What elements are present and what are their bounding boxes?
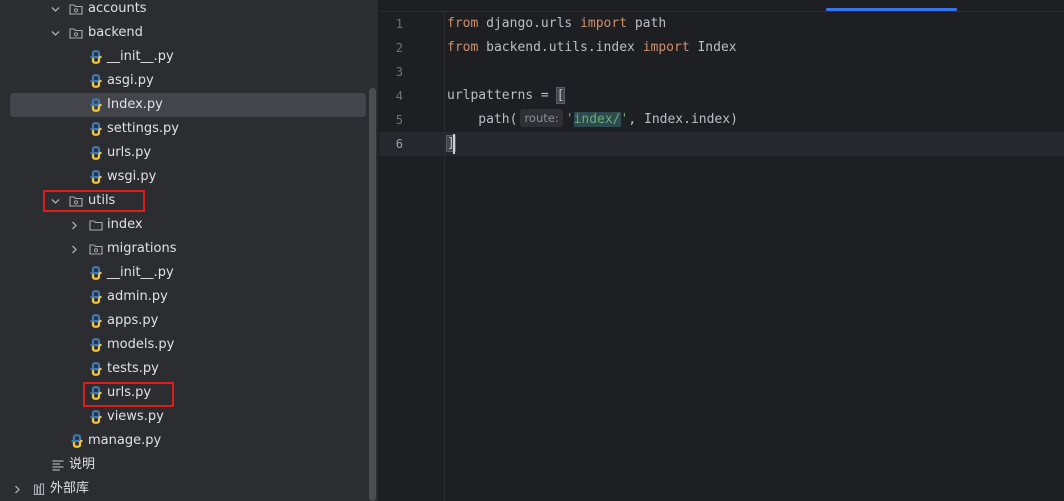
text-lines-icon (51, 458, 65, 472)
current-line-highlight (379, 132, 1064, 156)
tree-file-admin[interactable]: admin.py (0, 285, 367, 309)
tree-label: backend (88, 25, 143, 40)
tree-label: migrations (107, 241, 177, 256)
tree-file-backend-urls[interactable]: urls.py (0, 141, 367, 165)
tree-label: tests.py (107, 361, 159, 376)
python-file-icon (89, 314, 103, 328)
tree-label: asgi.py (107, 73, 154, 88)
tree-scrollbar[interactable] (367, 0, 378, 501)
tree-file-settings[interactable]: settings.py (0, 117, 367, 141)
package-folder-icon (69, 26, 83, 40)
text-caret (453, 134, 455, 154)
tree-label: views.py (107, 409, 164, 424)
line-number-current: 6 (395, 137, 403, 151)
tree-label: admin.py (107, 289, 168, 304)
python-file-icon (89, 338, 103, 352)
library-icon (32, 482, 46, 496)
tree-file-utils-urls[interactable]: urls.py (0, 381, 367, 405)
project-tree-panel: accounts backend __init__.py asgi.py Ind… (0, 0, 367, 501)
active-tab-indicator[interactable] (826, 8, 957, 11)
tree-file-models[interactable]: models.py (0, 333, 367, 357)
code-editor[interactable]: 1 2 3 4 5 6 from django.urls import path… (379, 0, 1064, 501)
tree-folder-index[interactable]: index (0, 213, 367, 237)
tree-file-index-selected[interactable]: Index.py (0, 93, 367, 117)
python-file-icon (89, 170, 103, 184)
tree-file-tests[interactable]: tests.py (0, 357, 367, 381)
imported-name: path (627, 16, 667, 31)
tree-label: manage.py (88, 433, 162, 448)
string-quote: ' (565, 112, 574, 127)
tree-label: settings.py (107, 121, 179, 136)
python-file-icon (89, 122, 103, 136)
matched-open-bracket: [ (555, 87, 566, 104)
tree-folder-accounts[interactable]: accounts (0, 0, 367, 21)
package-folder-icon (69, 2, 83, 16)
python-file-icon (89, 98, 103, 112)
tree-scrollbar-thumb[interactable] (369, 88, 376, 501)
tree-label: __init__.py (107, 49, 174, 64)
chevron-right-icon[interactable] (70, 221, 79, 230)
path-call: path( (447, 112, 518, 127)
tree-label: models.py (107, 337, 175, 352)
line-number: 3 (395, 65, 403, 79)
tree-file-readme[interactable]: 说明 (0, 453, 367, 477)
python-file-icon (70, 434, 84, 448)
line-number: 4 (395, 89, 403, 103)
editor-tab-strip (379, 0, 1064, 12)
highlight-box-utils (43, 190, 145, 212)
tree-label: wsgi.py (107, 169, 157, 184)
chevron-down-icon[interactable] (51, 5, 60, 14)
python-file-icon (89, 74, 103, 88)
tree-label: __init__.py (107, 265, 174, 280)
tree-label: 说明 (69, 457, 96, 472)
imported-name: Index (689, 40, 737, 55)
chevron-right-icon[interactable] (70, 245, 79, 254)
parameter-inlay-hint: route: (520, 109, 563, 127)
chevron-down-icon[interactable] (51, 29, 60, 38)
keyword-from: from (447, 16, 479, 31)
tree-file-asgi[interactable]: asgi.py (0, 69, 367, 93)
python-file-icon (89, 50, 103, 64)
code-line-2[interactable]: from backend.utils.index import Index (447, 36, 737, 60)
gutter-divider (444, 12, 445, 501)
tree-file-manage[interactable]: manage.py (0, 429, 367, 453)
tree-label: urls.py (107, 145, 152, 160)
tree-file-views[interactable]: views.py (0, 405, 367, 429)
tree-file-apps[interactable]: apps.py (0, 309, 367, 333)
tree-file-utils-init[interactable]: __init__.py (0, 261, 367, 285)
module-name: django.urls (478, 16, 581, 31)
string-literal: index/ (573, 112, 621, 127)
code-line-1[interactable]: from django.urls import path (447, 12, 666, 36)
chevron-right-icon[interactable] (13, 485, 22, 494)
python-file-icon (89, 266, 103, 280)
module-name: backend.utils.index (478, 40, 643, 55)
keyword-import: import (580, 16, 628, 31)
python-file-icon (89, 410, 103, 424)
tree-folder-migrations[interactable]: migrations (0, 237, 367, 261)
tree-file-wsgi[interactable]: wsgi.py (0, 165, 367, 189)
code-line-5[interactable]: path(route:'index/', Index.index) (447, 108, 738, 132)
tree-label: apps.py (107, 313, 159, 328)
package-folder-icon (89, 242, 103, 256)
tree-label: accounts (88, 1, 147, 16)
tree-external-libraries[interactable]: 外部库 (0, 477, 367, 501)
tree-label: index (107, 217, 143, 232)
keyword-import: import (642, 40, 690, 55)
tree-folder-backend[interactable]: backend (0, 21, 367, 45)
highlight-box-urls (83, 382, 174, 407)
line-number: 2 (395, 41, 403, 55)
line-number: 1 (395, 17, 403, 31)
variable-urlpatterns: urlpatterns = (447, 88, 557, 103)
line-number: 5 (395, 113, 403, 127)
code-line-4[interactable]: urlpatterns = [ (447, 84, 566, 108)
python-file-icon (89, 362, 103, 376)
keyword-from: from (447, 40, 479, 55)
tree-label: 外部库 (50, 481, 90, 496)
path-args: , Index.index) (628, 112, 738, 127)
folder-icon (89, 218, 103, 232)
python-file-icon (89, 290, 103, 304)
python-file-icon (89, 146, 103, 160)
tree-file-backend-init[interactable]: __init__.py (0, 45, 367, 69)
tree-label: Index.py (107, 97, 163, 112)
